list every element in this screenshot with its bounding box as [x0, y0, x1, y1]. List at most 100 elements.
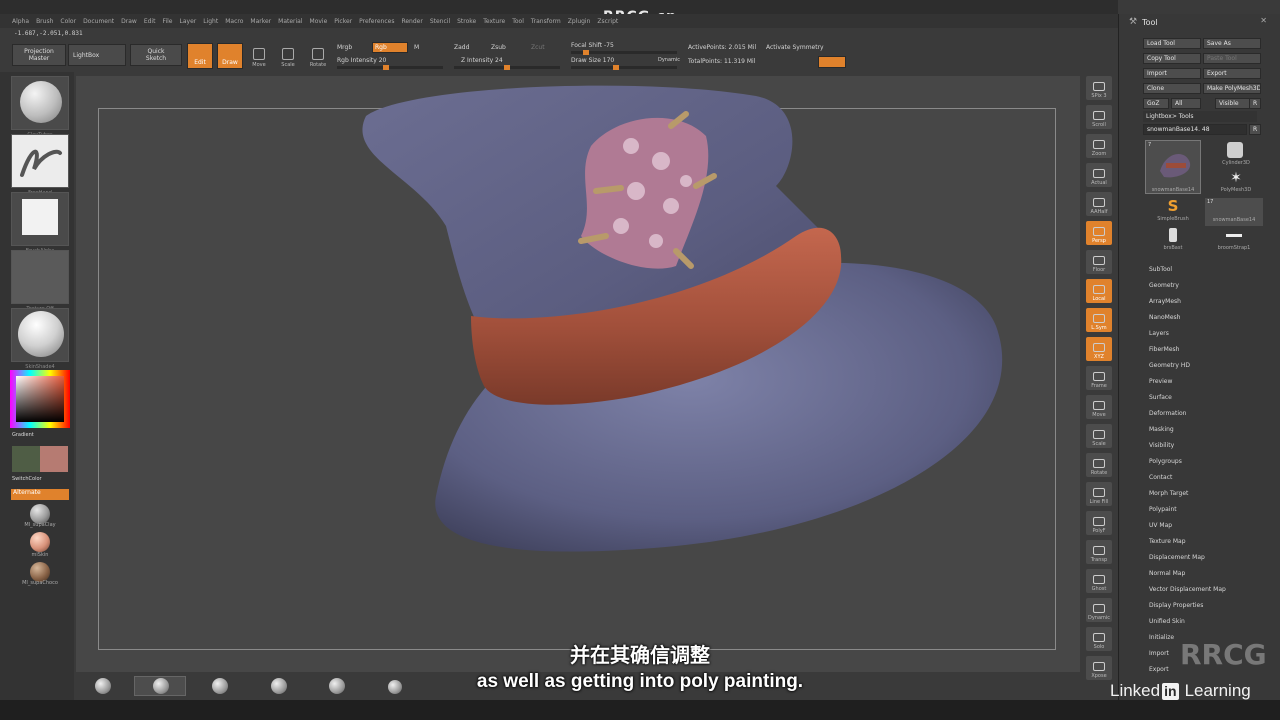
z-intensity-handle[interactable]: [504, 65, 510, 70]
menu-item-transform[interactable]: Transform: [531, 18, 561, 25]
texture-picker[interactable]: Texture Off: [11, 250, 69, 312]
subpalette-morph-target[interactable]: Morph Target: [1149, 490, 1188, 497]
menu-item-stencil[interactable]: Stencil: [430, 18, 450, 25]
menu-item-zscript[interactable]: Zscript: [597, 18, 618, 25]
color-picker[interactable]: [10, 370, 70, 428]
viewport-button-frame[interactable]: Frame: [1086, 366, 1112, 390]
rgb-button[interactable]: Rgb: [372, 42, 408, 53]
hat-model[interactable]: [76, 76, 1080, 690]
goz-button[interactable]: GoZ: [1143, 98, 1169, 109]
zadd-button[interactable]: Zadd: [454, 44, 469, 51]
tool-thumb-snowman[interactable]: 7 snowmanBase14: [1145, 140, 1201, 194]
subpalette-unified-skin[interactable]: Unified Skin: [1149, 618, 1185, 625]
m-button[interactable]: M: [414, 44, 419, 51]
menu-item-file[interactable]: File: [162, 18, 172, 25]
draw-size-slider[interactable]: [571, 65, 677, 70]
paste-tool-button[interactable]: Paste Tool: [1203, 53, 1261, 64]
rotate-button[interactable]: Rotate: [307, 42, 329, 68]
focal-shift-slider[interactable]: [571, 50, 677, 55]
load-tool-button[interactable]: Load Tool: [1143, 38, 1201, 49]
rgb-intensity-handle[interactable]: [383, 65, 389, 70]
material-slot-3-icon[interactable]: [30, 562, 50, 582]
color-field[interactable]: [16, 376, 64, 422]
viewport-button-actual[interactable]: Actual: [1086, 163, 1112, 187]
subpalette-subtool[interactable]: SubTool: [1149, 266, 1172, 273]
menu-item-texture[interactable]: Texture: [483, 18, 505, 25]
viewport-button-l-sym[interactable]: L.Sym: [1086, 308, 1112, 332]
menu-item-preferences[interactable]: Preferences: [359, 18, 394, 25]
viewport-button-zoom[interactable]: Zoom: [1086, 134, 1112, 158]
material-slot-2-icon[interactable]: [30, 532, 50, 552]
menu-item-marker[interactable]: Marker: [250, 18, 271, 25]
make-polymesh3d-button[interactable]: Make PolyMesh3D: [1203, 83, 1261, 94]
visible-button[interactable]: Visible: [1215, 98, 1251, 109]
viewport-button-xyz[interactable]: XYZ: [1086, 337, 1112, 361]
menu-item-brush[interactable]: Brush: [36, 18, 53, 25]
edit-button[interactable]: Edit: [187, 43, 213, 69]
subpalette-layers[interactable]: Layers: [1149, 330, 1169, 337]
mrgb-button[interactable]: Mrgb: [337, 44, 352, 51]
current-tool-reset[interactable]: R: [1249, 124, 1261, 135]
viewport-button-transp[interactable]: Transp: [1086, 540, 1112, 564]
move-button[interactable]: Move: [248, 42, 270, 68]
viewport-button-floor[interactable]: Floor: [1086, 250, 1112, 274]
lightbox-button[interactable]: LightBox: [68, 44, 126, 66]
subpalette-nanomesh[interactable]: NanoMesh: [1149, 314, 1180, 321]
dynamic-button[interactable]: Dynamic: [658, 57, 680, 63]
current-tool-slider[interactable]: snowmanBase14. 48: [1143, 124, 1247, 135]
viewport-button-persp[interactable]: Persp: [1086, 221, 1112, 245]
all-button[interactable]: All: [1171, 98, 1201, 109]
menu-item-light[interactable]: Light: [203, 18, 218, 25]
tool-thumb-brsbast[interactable]: brsBast: [1145, 228, 1201, 256]
import-button[interactable]: Import: [1143, 68, 1201, 79]
menu-item-document[interactable]: Document: [83, 18, 114, 25]
material-slot-1-icon[interactable]: [30, 504, 50, 524]
viewport-button-ghost[interactable]: Ghost: [1086, 569, 1112, 593]
menu-item-zplugin[interactable]: Zplugin: [568, 18, 591, 25]
menu-item-render[interactable]: Render: [401, 18, 422, 25]
viewport-button-scale[interactable]: Scale: [1086, 424, 1112, 448]
stroke-picker[interactable]: FreeHand: [11, 134, 69, 196]
menu-item-stroke[interactable]: Stroke: [457, 18, 476, 25]
scale-button[interactable]: Scale: [277, 42, 299, 68]
tool-thumb-cylinder[interactable]: Cylinder3D: [1209, 140, 1263, 166]
export-button[interactable]: Export: [1203, 68, 1261, 79]
viewport-button-spix-3[interactable]: SPix 3: [1086, 76, 1112, 100]
subpalette-normal-map[interactable]: Normal Map: [1149, 570, 1185, 577]
subpalette-fibermesh[interactable]: FiberMesh: [1149, 346, 1179, 353]
alternate-button[interactable]: Alternate: [11, 489, 69, 500]
material-picker[interactable]: SkinShade4: [11, 308, 69, 370]
subpalette-polypaint[interactable]: Polypaint: [1149, 506, 1177, 513]
subpalette-masking[interactable]: Masking: [1149, 426, 1174, 433]
copy-tool-button[interactable]: Copy Tool: [1143, 53, 1201, 64]
focal-shift-handle[interactable]: [583, 50, 589, 55]
projection-master-button[interactable]: Projection Master: [12, 44, 66, 66]
z-intensity-slider[interactable]: [454, 65, 560, 70]
menu-item-tool[interactable]: Tool: [512, 18, 524, 25]
viewport-button-polyf[interactable]: PolyF: [1086, 511, 1112, 535]
lightbox-tools-button[interactable]: Lightbox> Tools: [1143, 111, 1257, 122]
menu-item-movie[interactable]: Movie: [310, 18, 328, 25]
subpalette-displacement-map[interactable]: Displacement Map: [1149, 554, 1205, 561]
tool-thumb-polymesh[interactable]: ✶ PolyMesh3D: [1209, 170, 1263, 196]
subpalette-vector-displacement-map[interactable]: Vector Displacement Map: [1149, 586, 1226, 593]
menu-item-draw[interactable]: Draw: [121, 18, 137, 25]
subpalette-geometry[interactable]: Geometry: [1149, 282, 1179, 289]
main-color-swatch[interactable]: [40, 446, 68, 472]
subpalette-polygroups[interactable]: Polygroups: [1149, 458, 1182, 465]
subpalette-uv-map[interactable]: UV Map: [1149, 522, 1172, 529]
r-button[interactable]: R: [1249, 98, 1261, 109]
activate-symmetry-button[interactable]: Activate Symmetry: [766, 44, 824, 51]
rgb-intensity-slider[interactable]: [337, 65, 443, 70]
viewport-button-line-fill[interactable]: Line Fill: [1086, 482, 1112, 506]
symmetry-toggle[interactable]: [818, 56, 846, 68]
tool-thumb-simplebrush[interactable]: S SimpleBrush: [1145, 198, 1201, 226]
subpalette-display-properties[interactable]: Display Properties: [1149, 602, 1203, 609]
viewport-button-move[interactable]: Move: [1086, 395, 1112, 419]
tool-thumb-broomstrap[interactable]: broomStrap1: [1205, 228, 1263, 256]
menu-item-alpha[interactable]: Alpha: [12, 18, 29, 25]
subpalette-preview[interactable]: Preview: [1149, 378, 1172, 385]
canvas-viewport[interactable]: [76, 76, 1080, 690]
viewport-button-local[interactable]: Local: [1086, 279, 1112, 303]
subpalette-geometry-hd[interactable]: Geometry HD: [1149, 362, 1190, 369]
